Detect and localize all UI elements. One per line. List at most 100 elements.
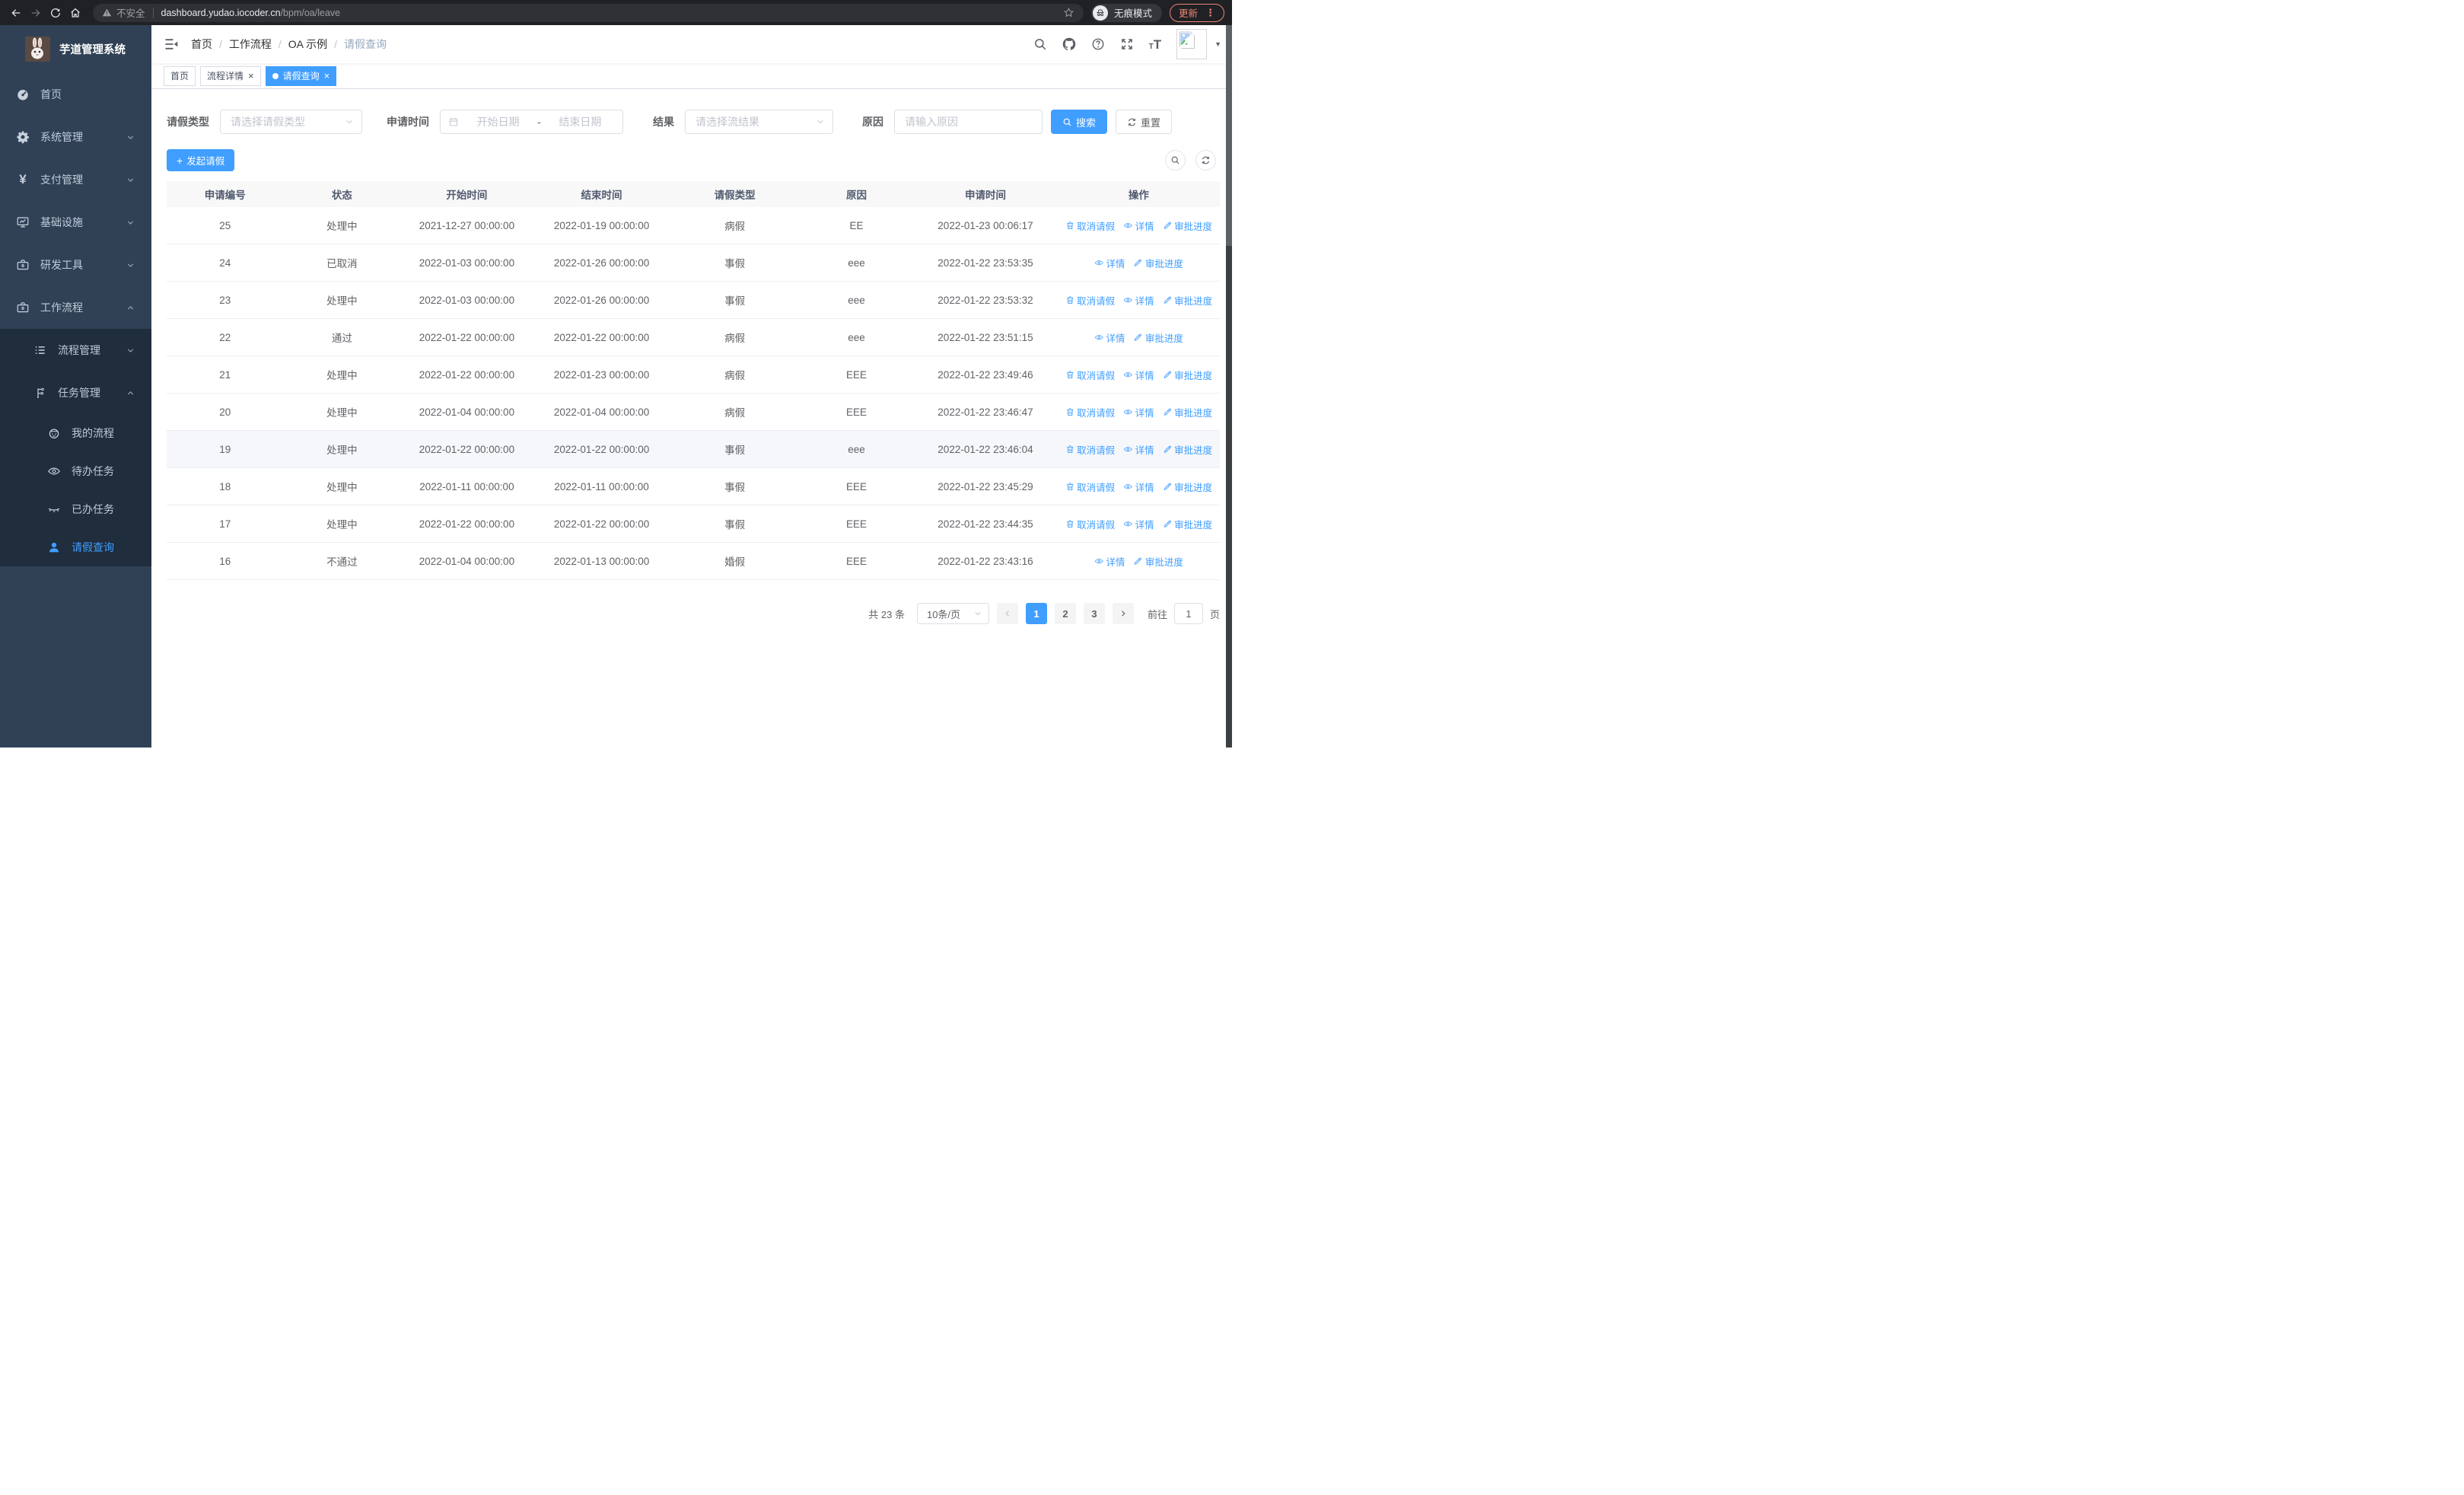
action-label: 取消请假 — [1077, 295, 1116, 307]
create-leave-button[interactable]: + 发起请假 — [167, 149, 235, 171]
pagination-page-1[interactable]: 1 — [1025, 603, 1047, 624]
action-detail-link[interactable]: 详情 — [1123, 442, 1154, 457]
cell-id: 21 — [219, 368, 231, 381]
breadcrumb: 首页 / 工作流程 / OA 示例 / 请假查询 — [191, 37, 387, 52]
tab-close-icon[interactable]: × — [324, 71, 330, 81]
sidebar-item-done-tasks[interactable]: 已办任务 — [0, 490, 151, 528]
action-progress-link[interactable]: 审批进度 — [1163, 517, 1212, 531]
cell-reason: eee — [848, 294, 865, 306]
fullscreen-icon[interactable] — [1120, 37, 1134, 51]
avatar-dropdown-caret-icon[interactable]: ▼ — [1214, 40, 1221, 48]
cell-reason: EEE — [845, 480, 867, 492]
help-icon[interactable] — [1091, 37, 1105, 51]
sidebar-item-payment[interactable]: ¥ 支付管理 — [0, 158, 151, 201]
sidebar-item-infra[interactable]: 基础设施 — [0, 201, 151, 244]
sidebar-item-process-mgmt[interactable]: 流程管理 — [0, 329, 151, 371]
tab-process-detail[interactable]: 流程详情 × — [200, 65, 261, 86]
action-detail-link[interactable]: 详情 — [1094, 256, 1125, 270]
page-scrollbar[interactable] — [1226, 25, 1232, 748]
search-button[interactable]: 搜索 — [1051, 110, 1108, 134]
action-cancel-link[interactable]: 取消请假 — [1065, 368, 1115, 382]
breadcrumb-item[interactable]: OA 示例 — [288, 37, 327, 52]
action-cancel-link[interactable]: 取消请假 — [1065, 480, 1115, 494]
chevron-up-icon — [126, 389, 135, 397]
sidebar-item-leave-query[interactable]: 请假查询 — [0, 528, 151, 566]
sidebar-item-task-mgmt[interactable]: 任务管理 — [0, 371, 151, 414]
cell-end: 2022-01-13 00:00:00 — [553, 555, 650, 567]
pagination-page-3[interactable]: 3 — [1083, 603, 1105, 624]
action-cancel-link[interactable]: 取消请假 — [1065, 293, 1116, 308]
action-progress-link[interactable]: 审批进度 — [1163, 368, 1212, 382]
chevron-right-icon — [1119, 609, 1128, 618]
action-cancel-link[interactable]: 取消请假 — [1065, 405, 1115, 419]
action-detail-link[interactable]: 详情 — [1123, 517, 1154, 531]
action-cancel-link[interactable]: 取消请假 — [1065, 442, 1115, 457]
action-detail-link[interactable]: 详情 — [1094, 330, 1125, 345]
font-size-icon[interactable]: TT — [1149, 38, 1162, 51]
pagination-next-button[interactable] — [1112, 603, 1134, 624]
action-detail-link[interactable]: 详情 — [1123, 293, 1154, 308]
action-progress-link[interactable]: 审批进度 — [1163, 405, 1212, 419]
action-progress-link[interactable]: 审批进度 — [1163, 218, 1212, 233]
refresh-table-button[interactable] — [1195, 150, 1216, 171]
search-icon[interactable] — [1033, 37, 1047, 51]
sidebar-menu: 首页 系统管理 ¥ 支付管理 基础设施 研发工具 工作流程 流程管理 任务管理 我的流程 待办任务已… — [0, 73, 151, 566]
action-label: 审批进度 — [1174, 482, 1213, 493]
sidebar-item-workflow[interactable]: 工作流程 — [0, 286, 151, 329]
browser-menu-icon[interactable]: ⋮ — [1205, 7, 1215, 19]
avatar[interactable] — [1176, 29, 1208, 59]
browser-home-button[interactable] — [65, 3, 85, 23]
action-progress-link[interactable]: 审批进度 — [1133, 330, 1183, 345]
cell-type: 事假 — [724, 482, 746, 493]
tab-leave-query[interactable]: 请假查询 × — [265, 65, 337, 86]
action-progress-link[interactable]: 审批进度 — [1133, 554, 1183, 569]
tree-icon — [33, 386, 47, 400]
plus-icon: + — [177, 154, 183, 167]
action-progress-link[interactable]: 审批进度 — [1133, 256, 1183, 270]
cell-apply: 2022-01-22 23:49:46 — [938, 368, 1033, 381]
breadcrumb-item[interactable]: 首页 — [191, 37, 212, 52]
browser-forward-button[interactable] — [26, 3, 46, 23]
action-progress-link[interactable]: 审批进度 — [1163, 293, 1212, 308]
action-detail-link[interactable]: 详情 — [1123, 218, 1154, 233]
scrollbar-thumb[interactable] — [1226, 25, 1232, 246]
sidebar-item-home[interactable]: 首页 — [0, 73, 151, 116]
action-cancel-link[interactable]: 取消请假 — [1065, 517, 1115, 531]
app-logo[interactable]: 芋道管理系统 — [0, 25, 151, 73]
action-detail-link[interactable]: 详情 — [1123, 480, 1154, 494]
action-cancel-link[interactable]: 取消请假 — [1065, 218, 1115, 233]
apply-time-range-picker[interactable]: 开始日期 - 结束日期 — [440, 110, 623, 134]
github-icon[interactable] — [1062, 37, 1076, 51]
tab-close-icon[interactable]: × — [248, 71, 254, 81]
browser-back-button[interactable] — [6, 3, 26, 23]
sidebar-toggle-icon[interactable] — [164, 37, 179, 52]
action-label: 详情 — [1135, 519, 1154, 531]
reason-input[interactable] — [895, 110, 1042, 133]
action-progress-link[interactable]: 审批进度 — [1163, 442, 1212, 457]
leave-type-select[interactable]: 请选择请假类型 — [220, 110, 362, 134]
browser-address-bar[interactable]: 不安全 dashboard.yudao.iocoder.cn/bpm/oa/le… — [93, 3, 1084, 22]
result-placeholder: 请选择流结果 — [696, 116, 759, 128]
sidebar-item-todo-tasks[interactable]: 待办任务 — [0, 452, 151, 490]
table-row: 18 处理中 2022-01-11 00:00:00 2022-01-11 00:00… — [167, 468, 1220, 505]
page-size-select[interactable]: 10条/页 — [916, 603, 989, 624]
tab-home[interactable]: 首页 — [164, 65, 196, 86]
browser-update-button[interactable]: 更新 ⋮ — [1169, 3, 1224, 22]
reset-button[interactable]: 重置 — [1116, 110, 1173, 134]
sidebar-item-my-process[interactable]: 我的流程 — [0, 414, 151, 452]
result-select[interactable]: 请选择流结果 — [685, 110, 833, 134]
action-detail-link[interactable]: 详情 — [1123, 368, 1154, 382]
breadcrumb-item[interactable]: 工作流程 — [229, 37, 272, 52]
sidebar-item-system[interactable]: 系统管理 — [0, 116, 151, 158]
pagination-prev-button[interactable] — [996, 603, 1018, 624]
bookmark-star-icon[interactable] — [1063, 7, 1074, 18]
sidebar-item-devtools[interactable]: 研发工具 — [0, 244, 151, 286]
action-detail-link[interactable]: 详情 — [1123, 405, 1154, 419]
goto-page-input[interactable] — [1173, 603, 1203, 624]
cell-reason: eee — [848, 331, 865, 343]
action-detail-link[interactable]: 详情 — [1094, 554, 1125, 569]
browser-refresh-button[interactable] — [46, 3, 65, 23]
pagination-page-2[interactable]: 2 — [1054, 603, 1076, 624]
show-search-button[interactable] — [1165, 150, 1186, 171]
action-progress-link[interactable]: 审批进度 — [1163, 480, 1213, 494]
